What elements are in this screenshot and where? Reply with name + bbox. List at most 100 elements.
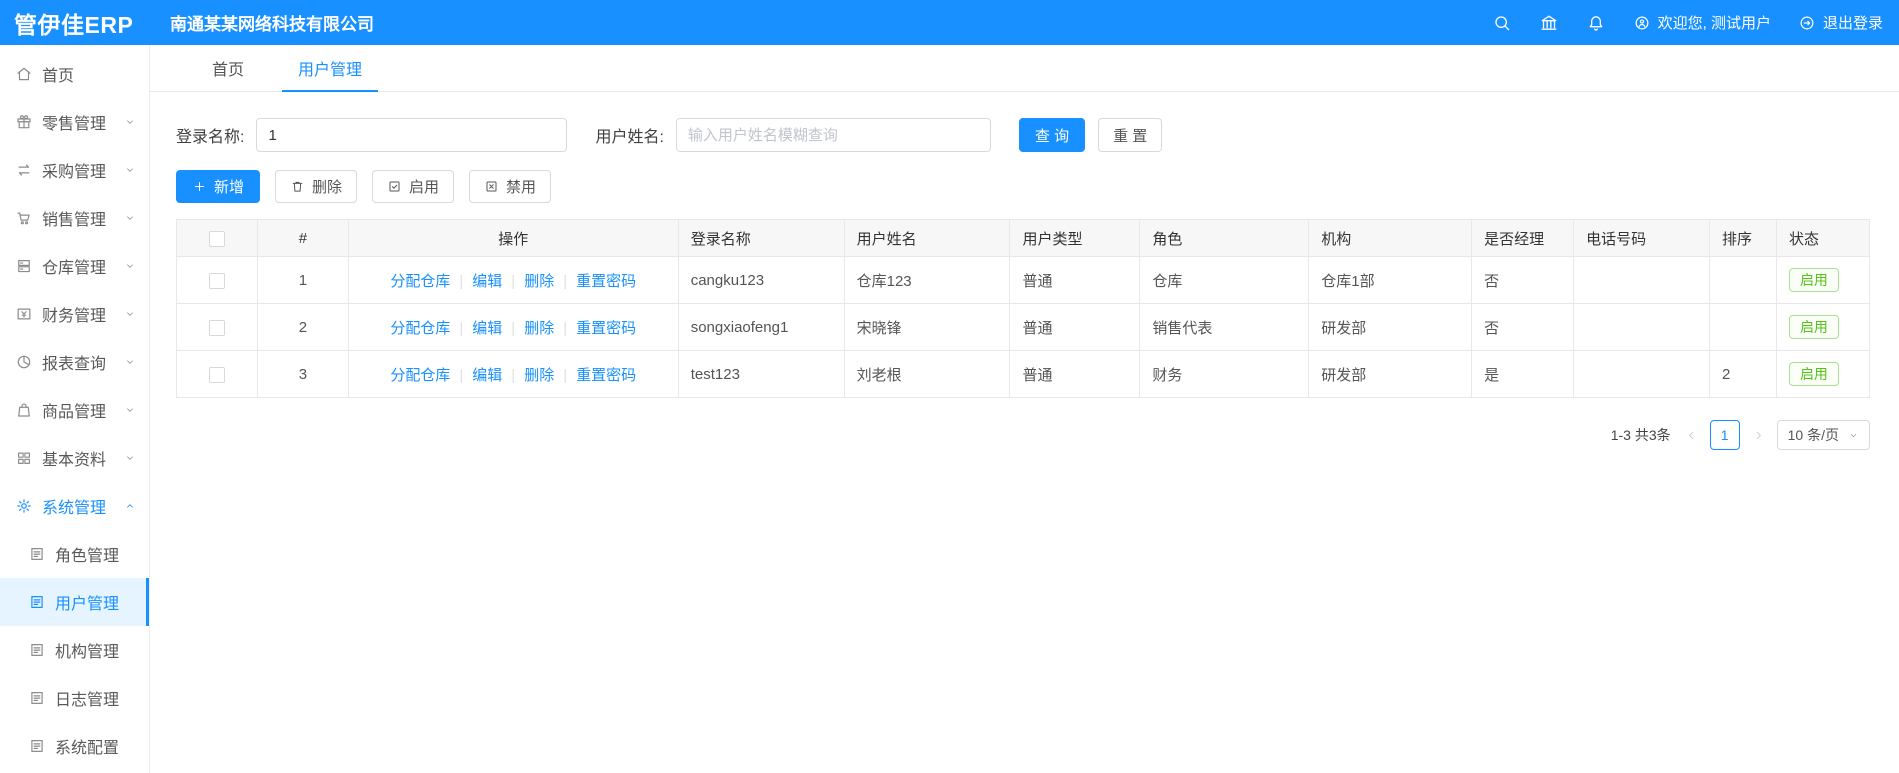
user-name-input[interactable]: [675, 118, 991, 152]
disable-button[interactable]: 禁用: [469, 170, 552, 203]
page-size-select[interactable]: 10 条/页: [1776, 420, 1870, 450]
user-table: # 操作 登录名称 用户姓名 用户类型 角色 机构 是否经理 电话号码 排序 状态 1 分配仓库 | 编辑 |…: [176, 219, 1871, 398]
login-name-input[interactable]: [256, 118, 568, 152]
sidebar-subitem-role[interactable]: 角色管理: [0, 530, 149, 578]
pagination: 1-3 共3条 1 10 条/页: [176, 420, 1870, 450]
cell-actions: 分配仓库 | 编辑 | 删除 | 重置密码: [347, 303, 679, 351]
cell-sort: [1708, 256, 1777, 304]
action-reset-password[interactable]: 重置密码: [576, 273, 636, 290]
action-separator: |: [459, 272, 464, 290]
cell-index: 1: [256, 256, 349, 304]
col-header-checkbox: [176, 219, 258, 257]
sidebar-subitem-label: 系统配置: [55, 740, 120, 757]
action-delete[interactable]: 删除: [524, 367, 554, 384]
sidebar-subitem-org[interactable]: 机构管理: [0, 626, 149, 674]
table-row: 3 分配仓库 | 编辑 | 删除 | 重置密码 test123 刘老根 普通 财务 研发部是 2 启用: [176, 350, 1871, 398]
row-checkbox[interactable]: [208, 366, 225, 383]
sidebar-item-label: 零售管理: [42, 116, 107, 133]
welcome-text: 欢迎您, 测试用户: [1657, 15, 1771, 32]
disable-label: 禁用: [506, 179, 537, 196]
sidebar-subitem-config[interactable]: 系统配置: [0, 722, 149, 770]
delete-button[interactable]: 删除: [275, 170, 358, 203]
sidebar-subitem-user[interactable]: 用户管理: [0, 578, 149, 626]
doc-icon: [28, 737, 46, 755]
chevron-down-icon: [124, 356, 136, 368]
enable-button[interactable]: 启用: [372, 170, 455, 203]
sidebar-item-goods[interactable]: 商品管理: [0, 386, 149, 434]
row-checkbox[interactable]: [208, 272, 225, 289]
main-area: 首页用户管理 登录名称: 用户姓名: 查 询 重 置 新增 删除: [150, 45, 1899, 773]
cell-name: 宋晓锋: [843, 303, 1011, 351]
action-edit[interactable]: 编辑: [472, 367, 502, 384]
doc-icon: [28, 593, 46, 611]
doc-icon: [28, 689, 46, 707]
cell-login: test123: [677, 350, 845, 398]
cell-login: cangku123: [677, 256, 845, 304]
sidebar-item-system[interactable]: 系统管理: [0, 482, 149, 530]
enable-label: 启用: [409, 179, 440, 196]
trash-icon: [290, 179, 305, 194]
goods-icon: [15, 401, 33, 419]
sidebar-item-home[interactable]: 首页: [0, 50, 149, 98]
cell-checkbox: [176, 256, 258, 304]
page-number-1[interactable]: 1: [1709, 420, 1740, 450]
reset-button[interactable]: 重 置: [1098, 118, 1163, 152]
search-icon[interactable]: [1492, 13, 1512, 33]
finance-icon: [15, 305, 33, 323]
action-delete[interactable]: 删除: [524, 320, 554, 337]
cell-sort: [1708, 303, 1777, 351]
action-reset-password[interactable]: 重置密码: [576, 320, 636, 337]
action-assign-warehouse[interactable]: 分配仓库: [390, 273, 450, 290]
welcome-user[interactable]: 欢迎您, 测试用户: [1633, 12, 1771, 33]
sidebar-item-finance[interactable]: 财务管理: [0, 290, 149, 338]
gear-icon: [15, 497, 33, 515]
sidebar-item-label: 基本资料: [42, 452, 107, 469]
add-label: 新增: [214, 179, 245, 196]
cell-actions: 分配仓库 | 编辑 | 删除 | 重置密码: [347, 256, 679, 304]
action-edit[interactable]: 编辑: [472, 320, 502, 337]
home-icon: [15, 65, 33, 83]
doc-icon: [28, 641, 46, 659]
col-header-org: 机构: [1308, 219, 1473, 257]
row-checkbox[interactable]: [208, 319, 225, 336]
chevron-down-icon: [124, 260, 136, 272]
action-separator: |: [511, 366, 516, 384]
purchase-icon: [15, 161, 33, 179]
logout-label: 退出登录: [1822, 15, 1883, 32]
query-button[interactable]: 查 询: [1018, 118, 1086, 152]
action-delete[interactable]: 删除: [524, 273, 554, 290]
col-header-actions: 操作: [347, 219, 679, 257]
sidebar-item-report[interactable]: 报表查询: [0, 338, 149, 386]
delete-label: 删除: [312, 179, 343, 196]
cell-login: songxiaofeng1: [677, 303, 845, 351]
action-separator: |: [563, 366, 568, 384]
col-header-status: 状态: [1775, 219, 1871, 257]
sidebar-item-label: 仓库管理: [42, 260, 107, 277]
action-edit[interactable]: 编辑: [472, 273, 502, 290]
add-button[interactable]: 新增: [176, 170, 261, 203]
cell-manager: 否: [1471, 303, 1575, 351]
chevron-down-icon: [124, 452, 136, 464]
header-checkbox[interactable]: [208, 230, 225, 247]
action-assign-warehouse[interactable]: 分配仓库: [390, 367, 450, 384]
action-assign-warehouse[interactable]: 分配仓库: [390, 320, 450, 337]
tab-user-management[interactable]: 用户管理: [282, 45, 379, 92]
sidebar-subitem-log[interactable]: 日志管理: [0, 674, 149, 722]
sidebar-item-warehouse[interactable]: 仓库管理: [0, 242, 149, 290]
sales-icon: [15, 209, 33, 227]
toolbar: 新增 删除 启用 禁用: [176, 170, 1870, 203]
prev-page-icon[interactable]: [1685, 429, 1698, 442]
sidebar-item-basic[interactable]: 基本资料: [0, 434, 149, 482]
sidebar-item-retail[interactable]: 零售管理: [0, 98, 149, 146]
bank-icon[interactable]: [1539, 13, 1559, 33]
cell-status: 启用: [1775, 350, 1871, 398]
sidebar-item-purchase[interactable]: 采购管理: [0, 146, 149, 194]
x-square-icon: [484, 179, 499, 194]
bell-icon[interactable]: [1586, 13, 1606, 33]
cell-name: 仓库123: [843, 256, 1011, 304]
action-reset-password[interactable]: 重置密码: [576, 367, 636, 384]
tab-home[interactable]: 首页: [196, 45, 260, 91]
sidebar-item-sales[interactable]: 销售管理: [0, 194, 149, 242]
logout-button[interactable]: 退出登录: [1798, 12, 1883, 33]
next-page-icon[interactable]: [1752, 429, 1765, 442]
